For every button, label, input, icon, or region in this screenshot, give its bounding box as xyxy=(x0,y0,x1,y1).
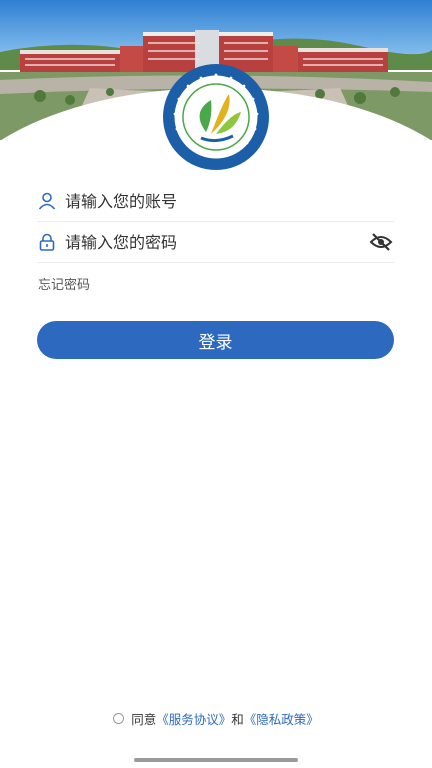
home-indicator xyxy=(134,758,298,762)
login-button[interactable]: 登录 xyxy=(37,321,394,359)
lock-icon xyxy=(37,232,57,252)
user-icon xyxy=(37,191,57,211)
agree-and: 和 xyxy=(231,712,244,727)
password-input[interactable] xyxy=(65,232,368,252)
login-screen: 忘记密码 登录 同意 《服务协议》 和 《隐私政策》 xyxy=(0,0,432,768)
account-input[interactable] xyxy=(65,191,394,211)
school-logo xyxy=(161,62,271,172)
agreement-row: 同意 《服务协议》 和 《隐私政策》 xyxy=(0,709,432,728)
agree-prefix: 同意 xyxy=(131,712,157,727)
account-field xyxy=(37,181,394,222)
eye-hidden-icon[interactable] xyxy=(368,231,394,253)
privacy-policy-link[interactable]: 《隐私政策》 xyxy=(244,709,319,728)
forgot-password-link[interactable]: 忘记密码 xyxy=(38,274,90,293)
service-agreement-link[interactable]: 《服务协议》 xyxy=(156,709,231,728)
password-field xyxy=(37,222,394,263)
agree-radio[interactable] xyxy=(113,713,125,724)
